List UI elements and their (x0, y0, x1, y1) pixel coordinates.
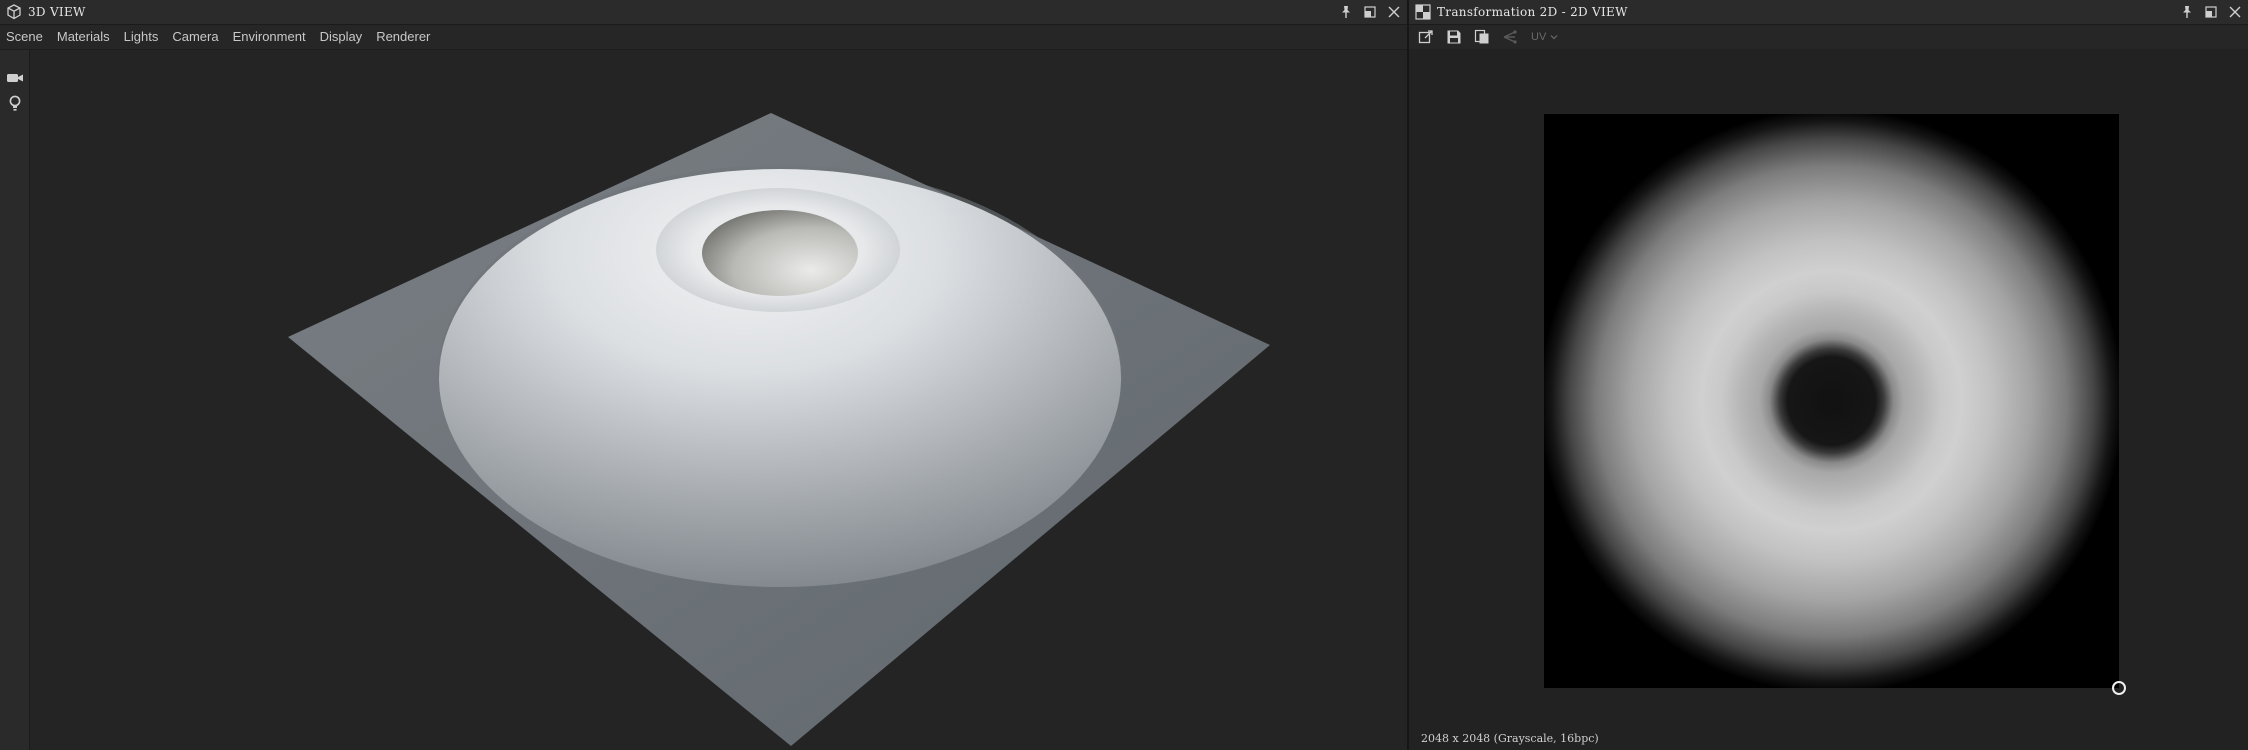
pin-icon[interactable] (2178, 3, 2196, 21)
menu-display[interactable]: Display (313, 25, 370, 49)
texture-info: 2048 x 2048 (Grayscale, 16bpc) (1421, 732, 1599, 745)
side-toolbar (0, 50, 30, 750)
menu-camera[interactable]: Camera (165, 25, 225, 49)
cube-icon (6, 4, 22, 20)
menu-lights[interactable]: Lights (117, 25, 166, 49)
chevron-down-icon (1550, 31, 1558, 43)
3d-view-titlebar: 3D VIEW (0, 0, 1407, 25)
checker-icon (1415, 4, 1431, 20)
3d-viewport[interactable] (30, 50, 1407, 750)
lightbulb-icon[interactable] (4, 92, 26, 114)
2d-viewport[interactable] (1409, 50, 2248, 728)
dome-top-hole (702, 210, 858, 296)
close-icon[interactable] (2226, 3, 2244, 21)
panel-title: Transformation 2D - 2D VIEW (1437, 5, 1628, 19)
panel-title: 3D VIEW (28, 5, 86, 19)
menu-scene[interactable]: Scene (0, 25, 50, 49)
resize-handle[interactable] (2112, 681, 2126, 695)
3d-view-panel: 3D VIEW Scene Materials Lights Camera En… (0, 0, 1407, 750)
close-icon[interactable] (1385, 3, 1403, 21)
menu-environment[interactable]: Environment (226, 25, 313, 49)
copy-icon[interactable] (1471, 26, 1493, 48)
3d-scene-render (288, 113, 1270, 746)
maximize-icon[interactable] (1361, 3, 1379, 21)
maximize-icon[interactable] (2202, 3, 2220, 21)
export-icon[interactable] (1415, 26, 1437, 48)
uv-dropdown[interactable]: UV (1527, 31, 1562, 43)
2d-view-toolbar: UV (1409, 25, 2248, 49)
menu-materials[interactable]: Materials (50, 25, 117, 49)
share-icon[interactable] (1499, 26, 1521, 48)
pin-icon[interactable] (1337, 3, 1355, 21)
uv-dropdown-label: UV (1531, 31, 1547, 43)
2d-view-panel: Transformation 2D - 2D VIEW UV 2048 x 20… (1409, 0, 2248, 750)
menu-renderer[interactable]: Renderer (369, 25, 437, 49)
save-icon[interactable] (1443, 26, 1465, 48)
texture-preview (1544, 114, 2119, 688)
2d-view-titlebar: Transformation 2D - 2D VIEW (1409, 0, 2248, 25)
camera-icon[interactable] (4, 67, 26, 89)
3d-view-menubar: Scene Materials Lights Camera Environmen… (0, 25, 1407, 50)
